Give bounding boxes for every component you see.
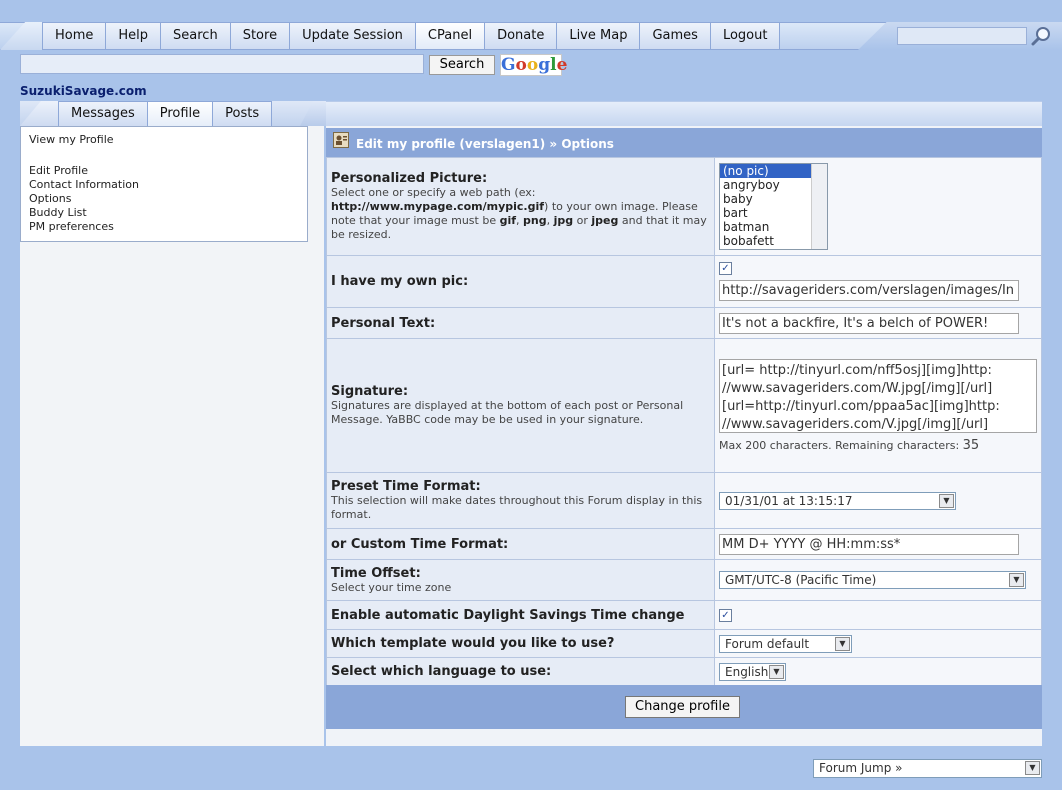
personal-text-input[interactable]: It's not a backfire, It's a belch of POW…	[719, 312, 1019, 334]
google-search-input[interactable]	[20, 54, 424, 74]
top-nav-tabs: Home Help Search Store Update Session CP…	[42, 23, 781, 49]
tab-help[interactable]: Help	[106, 23, 162, 49]
preset-time-label-cell: Preset Time Format: This selection will …	[326, 472, 715, 529]
chevron-down-icon[interactable]: ▼	[939, 493, 954, 508]
time-offset-label: Time Offset:	[331, 565, 421, 581]
language-label: Select which language to use:	[331, 664, 552, 679]
picture-value-cell: (no pic) angryboy baby bart batman bobaf…	[714, 157, 1042, 256]
listbox-scrollbar[interactable]	[811, 164, 827, 249]
signature-value-cell: [url= http://tinyurl.com/nff5osj][img]ht…	[714, 338, 1042, 473]
signature-textarea[interactable]: [url= http://tinyurl.com/nff5osj][img]ht…	[719, 358, 1037, 433]
profile-card-icon	[333, 132, 349, 148]
chevron-down-icon[interactable]: ▼	[1025, 761, 1040, 775]
signature-char-hint: Max 200 characters. Remaining characters…	[719, 437, 980, 453]
tab-live-map[interactable]: Live Map	[557, 23, 641, 49]
menu-view-profile[interactable]: View my Profile	[29, 133, 299, 147]
menu-buddy-list[interactable]: Buddy List	[29, 206, 299, 220]
personal-text-label-cell: Personal Text:	[326, 307, 715, 339]
custom-time-label-cell: or Custom Time Format:	[326, 528, 715, 560]
time-offset-value-cell: GMT/UTC-8 (Pacific Time) ▼	[714, 559, 1042, 601]
time-offset-description: Select your time zone	[331, 580, 452, 594]
magnifier-icon[interactable]	[1031, 26, 1053, 46]
preset-time-value-cell: 01/31/01 at 13:15:17 ▼	[714, 472, 1042, 529]
signature-label-cell: Signature: Signatures are displayed at t…	[326, 338, 715, 473]
time-offset-label-cell: Time Offset: Select your time zone	[326, 559, 715, 601]
google-search-button[interactable]: Search	[429, 55, 495, 75]
chevron-down-icon[interactable]: ▼	[1009, 573, 1024, 587]
picture-label: Personalized Picture:	[331, 171, 488, 186]
custom-time-label: or Custom Time Format:	[331, 536, 509, 552]
menu-edit-profile[interactable]: Edit Profile	[29, 164, 299, 178]
menu-options[interactable]: Options	[29, 192, 299, 206]
subtab-posts[interactable]: Posts	[213, 101, 273, 126]
preset-time-label: Preset Time Format:	[331, 479, 481, 494]
template-label-cell: Which template would you like to use?	[326, 629, 715, 658]
time-offset-select[interactable]: GMT/UTC-8 (Pacific Time) ▼	[719, 571, 1026, 589]
preset-time-description: This selection will make dates throughou…	[331, 494, 703, 521]
dst-label: Enable automatic Daylight Savings Time c…	[331, 607, 685, 623]
picture-label-cell: Personalized Picture: Select one or spec…	[326, 157, 715, 256]
personal-text-label: Personal Text:	[331, 315, 436, 331]
subtab-messages[interactable]: Messages	[58, 101, 148, 126]
subtab-profile[interactable]: Profile	[147, 101, 214, 126]
picture-listbox[interactable]: (no pic) angryboy baby bart batman bobaf…	[719, 163, 828, 250]
site-title: SuzukiSavage.com	[20, 84, 147, 98]
dst-value-cell: ✓	[714, 600, 1042, 630]
profile-menu: View my Profile Edit Profile Contact Inf…	[20, 126, 308, 242]
own-pic-value-cell: ✓ http://savageriders.com/verslagen/imag…	[714, 255, 1042, 308]
tab-cpanel[interactable]: CPanel	[415, 23, 486, 49]
personal-text-value-cell: It's not a backfire, It's a belch of POW…	[714, 307, 1042, 339]
page-title: Edit my profile (verslagen1) » Options	[326, 128, 1042, 157]
own-pic-url-input[interactable]: http://savageriders.com/verslagen/images…	[719, 280, 1019, 301]
own-pic-label: I have my own pic:	[331, 274, 469, 289]
language-select[interactable]: English ▼	[719, 662, 786, 681]
chevron-down-icon[interactable]: ▼	[769, 664, 784, 679]
language-value-cell: English ▼	[714, 657, 1042, 686]
options-form: Personalized Picture: Select one or spec…	[326, 157, 1042, 686]
tab-update-session[interactable]: Update Session	[290, 23, 416, 49]
content-header-bar	[326, 101, 1042, 126]
chevron-down-icon[interactable]: ▼	[835, 636, 850, 651]
change-profile-button[interactable]: Change profile	[625, 696, 740, 718]
signature-description: Signatures are displayed at the bottom o…	[331, 399, 684, 426]
tab-search[interactable]: Search	[161, 23, 231, 49]
remaining-characters: 35	[962, 437, 980, 453]
menu-contact-information[interactable]: Contact Information	[29, 178, 299, 192]
google-logo[interactable]: Google	[500, 54, 567, 76]
template-select[interactable]: Forum default ▼	[719, 634, 852, 653]
dst-label-cell: Enable automatic Daylight Savings Time c…	[326, 600, 715, 630]
template-value-cell: Forum default ▼	[714, 629, 1042, 658]
own-pic-label-cell: I have my own pic:	[326, 255, 715, 308]
preset-time-select[interactable]: 01/31/01 at 13:15:17 ▼	[719, 491, 956, 510]
custom-time-value-cell: MM D+ YYYY @ HH:mm:ss*	[714, 528, 1042, 560]
forum-jump-select[interactable]: Forum Jump » ▼	[813, 759, 1042, 778]
dst-checkbox[interactable]: ✓	[719, 608, 732, 622]
signature-label: Signature:	[331, 384, 409, 399]
menu-pm-preferences[interactable]: PM preferences	[29, 220, 299, 234]
own-pic-checkbox[interactable]: ✓	[719, 262, 732, 275]
tab-donate[interactable]: Donate	[485, 23, 558, 49]
sub-nav-tabs: Messages Profile Posts	[58, 101, 273, 126]
forum-search-input[interactable]	[897, 27, 1027, 45]
tab-games[interactable]: Games	[640, 23, 711, 49]
custom-time-input[interactable]: MM D+ YYYY @ HH:mm:ss*	[719, 533, 1019, 555]
template-label: Which template would you like to use?	[331, 636, 615, 651]
tab-logout[interactable]: Logout	[710, 23, 781, 49]
tab-store[interactable]: Store	[230, 23, 291, 49]
language-label-cell: Select which language to use:	[326, 657, 715, 686]
tab-home[interactable]: Home	[42, 23, 107, 49]
picture-description: Select one or specify a web path (ex: ht…	[331, 186, 707, 241]
